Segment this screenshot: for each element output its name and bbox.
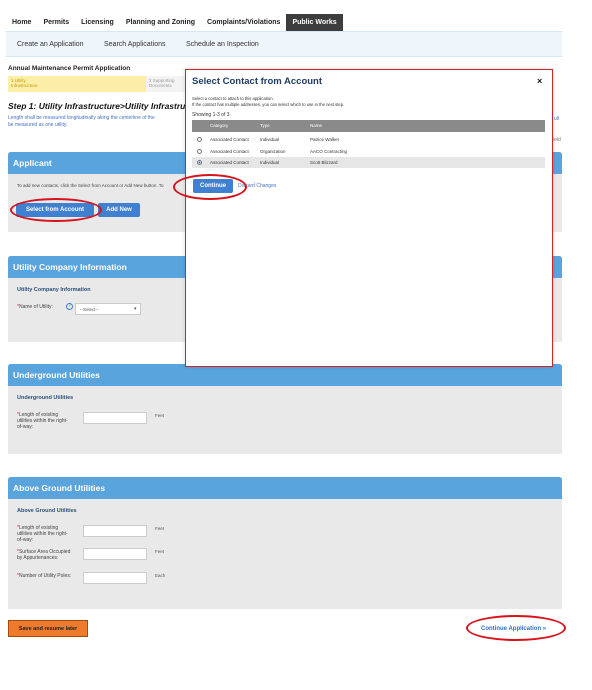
page-title: Annual Maintenance Permit Application [8, 65, 131, 72]
highlight-continue-application [466, 615, 566, 641]
above-ground-section: Above Ground Utilities Above Ground Util… [8, 477, 562, 609]
subnav-schedule-inspection[interactable]: Schedule an Inspection [186, 41, 259, 48]
utility-poles-input[interactable] [83, 572, 147, 584]
name-of-utility-text: Name of Utility: [18, 304, 53, 310]
column-name: Name [310, 123, 323, 128]
required-field-fragment: ield [553, 137, 561, 143]
name-of-utility-label: *Name of Utility: [17, 304, 53, 310]
above-length-text: Length of existing utilities within the … [17, 525, 68, 543]
subnav-search-applications[interactable]: Search Applications [104, 41, 165, 48]
above-ground-subheader: Above Ground Utilities [17, 508, 77, 514]
sub-nav: Create an Application Search Application… [6, 31, 562, 57]
above-ground-header: Above Ground Utilities [8, 477, 562, 499]
top-nav: Home Permits Licensing Planning and Zoni… [6, 14, 343, 32]
utility-poles-label: *Number of Utility Poles: [17, 573, 72, 579]
table-row[interactable]: Associated Contact Organization AACO Con… [192, 146, 545, 157]
subnav-create-application[interactable]: Create an Application [17, 41, 84, 48]
utility-select[interactable]: --Select-- ▾ [75, 303, 141, 315]
highlight-modal-continue [173, 174, 247, 200]
applicant-instructions: To add new contacts, click the Select fr… [17, 183, 164, 188]
step-1-label: 1 Utility Infrastructure [11, 78, 38, 88]
step-2: 2 Supporting Documents [146, 76, 186, 92]
utility-poles-text: Number of Utility Poles: [18, 573, 72, 579]
save-resume-later-button[interactable]: Save and resume later [8, 620, 88, 637]
modal-title: Select Contact from Account [192, 76, 323, 87]
contact-radio-selected[interactable] [197, 160, 202, 165]
row-name: Patrice Walker [310, 137, 340, 142]
contact-radio[interactable] [197, 149, 202, 154]
row-name: Scott Blizzard [310, 160, 338, 165]
column-category: Category [210, 123, 229, 128]
utility-poles-unit: Each [155, 573, 166, 578]
step-description-line1: Length shall be measured longitudinally … [8, 115, 155, 121]
step-1: 1 Utility Infrastructure [8, 76, 146, 92]
help-icon[interactable]: ? [66, 303, 73, 310]
row-type: Individual [260, 137, 280, 142]
table-row[interactable]: Associated Contact Individual Scott Bliz… [192, 157, 545, 168]
underground-length-unit: Feet [155, 413, 165, 418]
row-type: Organization [260, 149, 286, 154]
underground-length-label: *Length of existing utilities within the… [17, 412, 68, 430]
modal-note-1: Select a contact to attach to this appli… [192, 96, 274, 101]
surface-area-input[interactable] [83, 548, 147, 560]
utility-company-subheader: Utility Company Information [17, 287, 91, 293]
step-description-fragment: ull [554, 116, 560, 122]
select-contact-modal [185, 69, 553, 367]
row-category: Associated Contact [210, 160, 249, 165]
underground-subheader: Underground Utilities [17, 395, 74, 401]
nav-licensing[interactable]: Licensing [75, 14, 120, 32]
highlight-select-from-account [10, 198, 102, 222]
column-type: Type [260, 123, 270, 128]
utility-select-value: --Select-- [80, 307, 99, 312]
row-name: AACO Contracting [310, 149, 348, 154]
add-new-button[interactable]: Add New [98, 203, 140, 217]
step-title: Step 1: Utility Infrastructure>Utility I… [8, 101, 199, 111]
nav-planning-zoning[interactable]: Planning and Zoning [120, 14, 201, 32]
nav-complaints[interactable]: Complaints/Violations [201, 14, 286, 32]
contact-radio[interactable] [197, 137, 202, 142]
chevron-down-icon: ▾ [134, 306, 137, 312]
underground-length-input[interactable] [83, 412, 147, 424]
underground-section: Underground Utilities Underground Utilit… [8, 364, 562, 454]
step-description-line2: be measured as one utility. [8, 122, 68, 128]
modal-count: Showing 1-3 of 3 [192, 112, 230, 118]
nav-home[interactable]: Home [6, 14, 37, 32]
above-length-input[interactable] [83, 525, 147, 537]
row-category: Associated Contact [210, 149, 249, 154]
close-icon[interactable]: × [537, 76, 542, 86]
underground-length-text: Length of existing utilities within the … [17, 412, 68, 430]
above-length-label: *Length of existing utilities within the… [17, 525, 68, 543]
modal-note-2: If the contact has multiple addresses, y… [192, 102, 345, 107]
step-2-label: 2 Supporting Documents [149, 78, 175, 88]
above-length-unit: Feet [155, 526, 165, 531]
underground-header: Underground Utilities [8, 364, 562, 386]
row-type: Individual [260, 160, 280, 165]
contacts-table-header: Category Type Name [192, 120, 545, 132]
row-category: Associated Contact [210, 137, 249, 142]
surface-area-label: *Surface Area Occupied by Appurtenances: [17, 549, 71, 561]
surface-area-text: Surface Area Occupied by Appurtenances: [17, 549, 71, 561]
nav-public-works[interactable]: Public Works [286, 14, 343, 32]
table-row[interactable]: Associated Contact Individual Patrice Wa… [192, 134, 545, 145]
nav-permits[interactable]: Permits [37, 14, 75, 32]
surface-area-unit: Feet [155, 549, 165, 554]
